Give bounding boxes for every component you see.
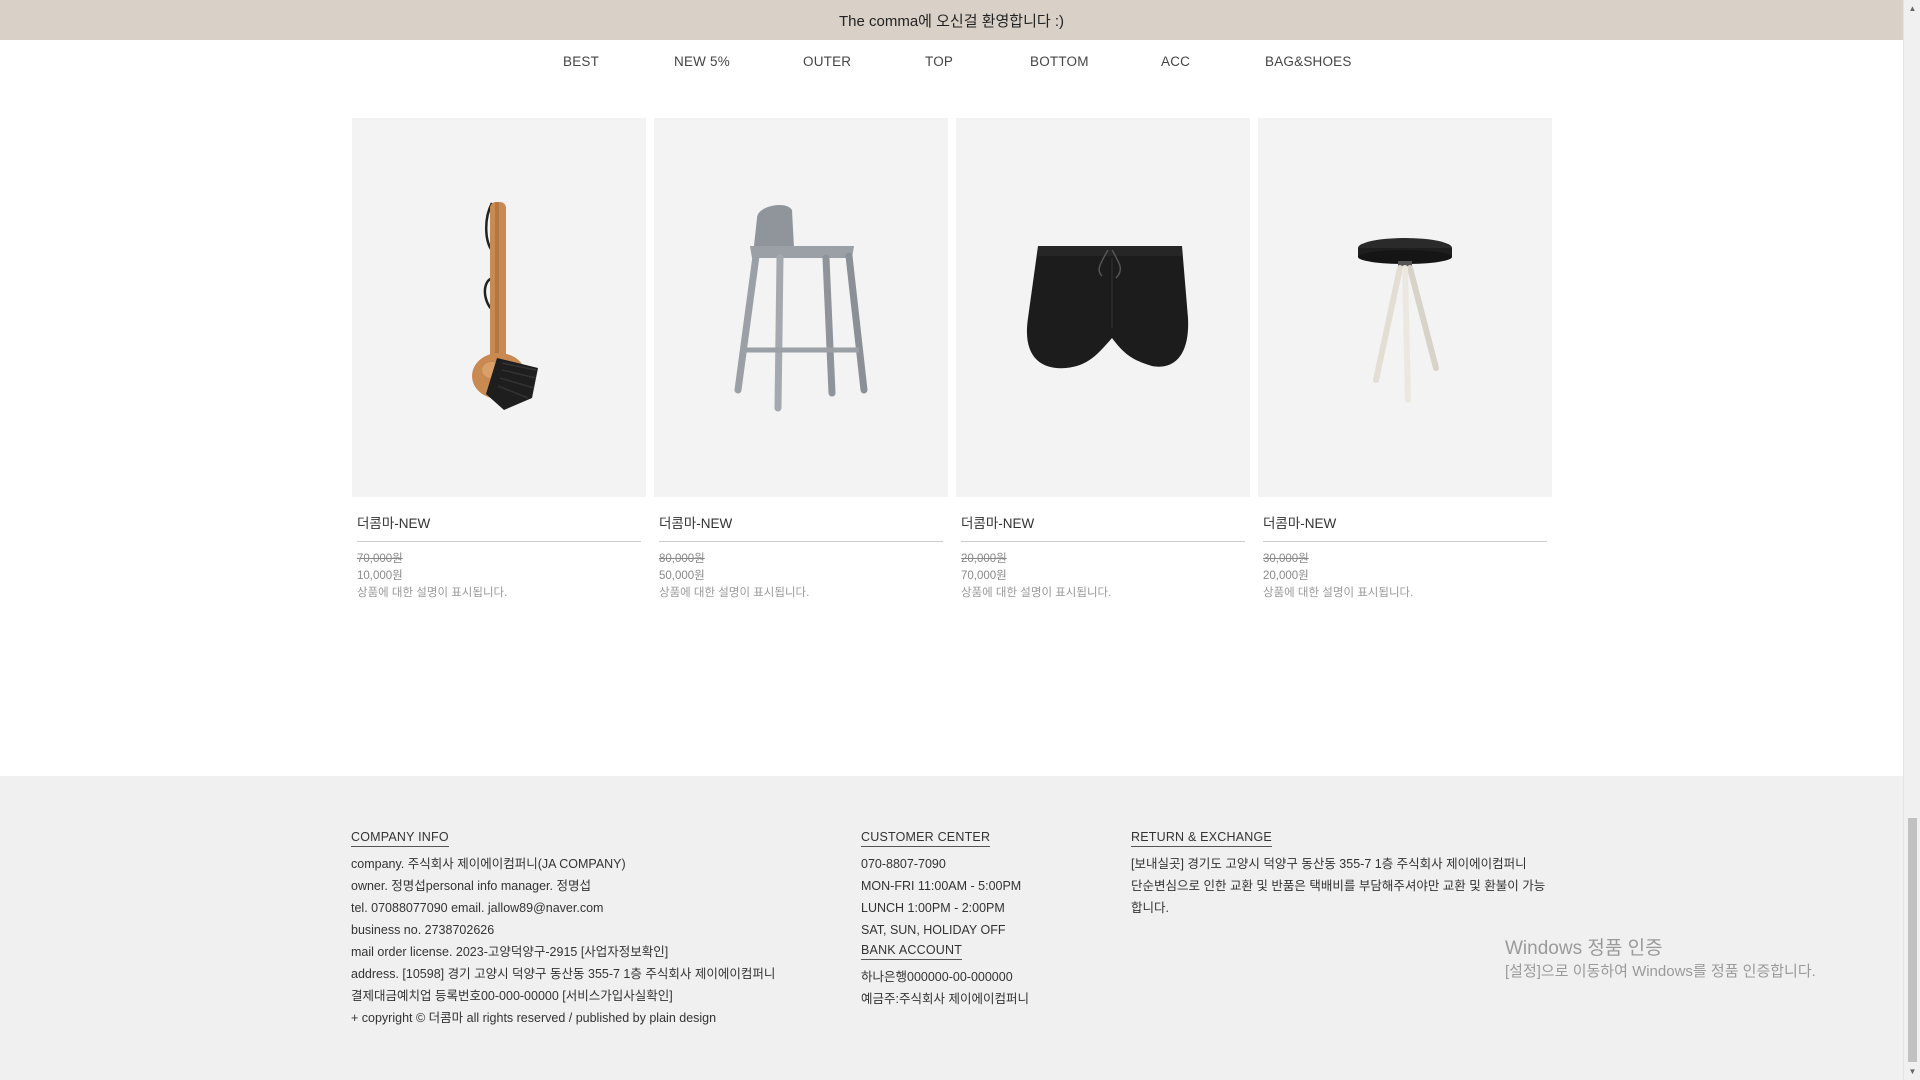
hours-line: MON-FRI 11:00AM - 5:00PM [861,879,1022,893]
product-price: 10,000원 [357,570,403,582]
product-name[interactable]: 더콤마-NEW [1263,512,1547,542]
phone-line: 070-8807-7090 [861,857,946,871]
return-exchange-title: RETURN & EXCHANGE [1131,830,1272,847]
watermark-subtitle: [설정]으로 이동하여 Windows를 정품 인증합니다. [1505,963,1816,980]
customer-center-title: CUSTOMER CENTER [861,830,991,847]
lunch-line: LUNCH 1:00PM - 2:00PM [861,901,1005,915]
product-card[interactable]: 더콤마-NEW 30,000원 20,000원 상품에 대한 설명이 표시됩니다… [1258,118,1552,602]
bank-line: 하나은행000000-00-000000 [861,970,1013,984]
scroll-down-arrow-icon[interactable]: ▼ [1904,1063,1920,1080]
vertical-scrollbar[interactable]: ▲ ▼ [1903,0,1920,1080]
nav-item-bottom[interactable]: BOTTOM [1030,54,1089,69]
wooden-brush-image [472,202,538,410]
copyright-line: + copyright © 더콤마 all rights reserved / … [351,1011,717,1025]
license-line[interactable]: mail order license. 2023-고양덕양구-2915 [사업자… [351,941,775,963]
round-stool-image [1358,238,1452,403]
scroll-up-arrow-icon[interactable]: ▲ [1904,0,1920,17]
address-line: address. [10598] 경기 고양시 덕양구 동산동 355-7 1층… [351,967,776,981]
product-description: 상품에 대한 설명이 표시됩니다. [357,587,508,599]
product-name[interactable]: 더콤마-NEW [961,512,1245,542]
windows-activation-watermark: Windows 정품 인증 [설정]으로 이동하여 Windows를 정품 인증… [1505,936,1816,982]
customer-center: CUSTOMER CENTER 070-8807-7090 MON-FRI 11… [861,828,1029,1010]
product-image[interactable] [654,118,948,497]
nav-item-outer[interactable]: OUTER [803,54,851,69]
product-image[interactable] [1258,118,1552,497]
product-price: 50,000원 [659,570,705,582]
product-card[interactable]: 더콤마-NEW 80,000원 50,000원 상품에 대한 설명이 표시됩니다… [654,118,948,602]
gray-bar-stool-image [734,204,868,412]
product-card[interactable]: 더콤마-NEW 20,000원 70,000원 상품에 대한 설명이 표시됩니다… [956,118,1250,602]
product-old-price: 20,000원 [961,553,1007,565]
company-line: company. 주식회사 제이에이컴퍼니(JA COMPANY) [351,857,626,871]
bank-account-title: BANK ACCOUNT [861,943,963,960]
nav-item-best[interactable]: BEST [563,54,599,69]
page: The comma에 오신걸 환영합니다 :) BEST NEW 5% OUTE… [0,0,1903,1080]
return-address-line: [보내실곳] 경기도 고양시 덕양구 동산동 355-7 1층 주식회사 제이에… [1131,857,1527,871]
company-info: COMPANY INFO company. 주식회사 제이에이컴퍼니(JA CO… [351,828,775,1029]
escrow-line[interactable]: 결제대금예치업 등록번호00-000-00000 [서비스가입사실확인] [351,985,775,1007]
product-name[interactable]: 더콤마-NEW [659,512,943,542]
scroll-thumb[interactable] [1908,818,1917,1062]
nav-item-acc[interactable]: ACC [1161,54,1190,69]
return-exchange: RETURN & EXCHANGE [보내실곳] 경기도 고양시 덕양구 동산동… [1131,828,1551,919]
main-nav: BEST NEW 5% OUTER TOP BOTTOM ACC BAG&SHO… [0,40,1903,90]
black-shorts-image [1026,246,1189,369]
product-price: 20,000원 [1263,570,1309,582]
owner-line: owner. 정명섭personal info manager. 정명섭 [351,879,591,893]
business-no-line: business no. 2738702626 [351,923,495,937]
product-name[interactable]: 더콤마-NEW [357,512,641,542]
product-image[interactable] [352,118,646,497]
return-policy-line: 단순변심으로 인한 교환 및 반품은 택배비를 부담해주셔야만 교환 및 환불이… [1131,879,1546,915]
company-info-title: COMPANY INFO [351,830,449,847]
product-image[interactable] [956,118,1250,497]
product-old-price: 80,000원 [659,553,705,565]
product-description: 상품에 대한 설명이 표시됩니다. [961,587,1112,599]
nav-item-top[interactable]: TOP [925,54,953,69]
welcome-text: The comma에 오신걸 환영합니다 :) [838,12,1065,30]
product-price: 70,000원 [961,570,1007,582]
product-card[interactable]: 더콤마-NEW 70,000원 10,000원 상품에 대한 설명이 표시됩니다… [352,118,646,602]
footer: COMPANY INFO company. 주식회사 제이에이컴퍼니(JA CO… [0,776,1903,1080]
holiday-line: SAT, SUN, HOLIDAY OFF [861,923,1006,937]
product-description: 상품에 대한 설명이 표시됩니다. [659,587,810,599]
account-holder-line: 예금주:주식회사 제이에이컴퍼니 [861,992,1029,1006]
contact-line: tel. 07088077090 email. jallow89@naver.c… [351,901,604,915]
nav-item-bag-shoes[interactable]: BAG&SHOES [1265,54,1352,69]
product-old-price: 30,000원 [1263,553,1309,565]
watermark-title: Windows 정품 인증 [1505,938,1663,959]
nav-item-new[interactable]: NEW 5% [674,54,730,69]
product-old-price: 70,000원 [357,553,403,565]
welcome-banner: The comma에 오신걸 환영합니다 :) [0,0,1903,40]
product-description: 상품에 대한 설명이 표시됩니다. [1263,587,1414,599]
